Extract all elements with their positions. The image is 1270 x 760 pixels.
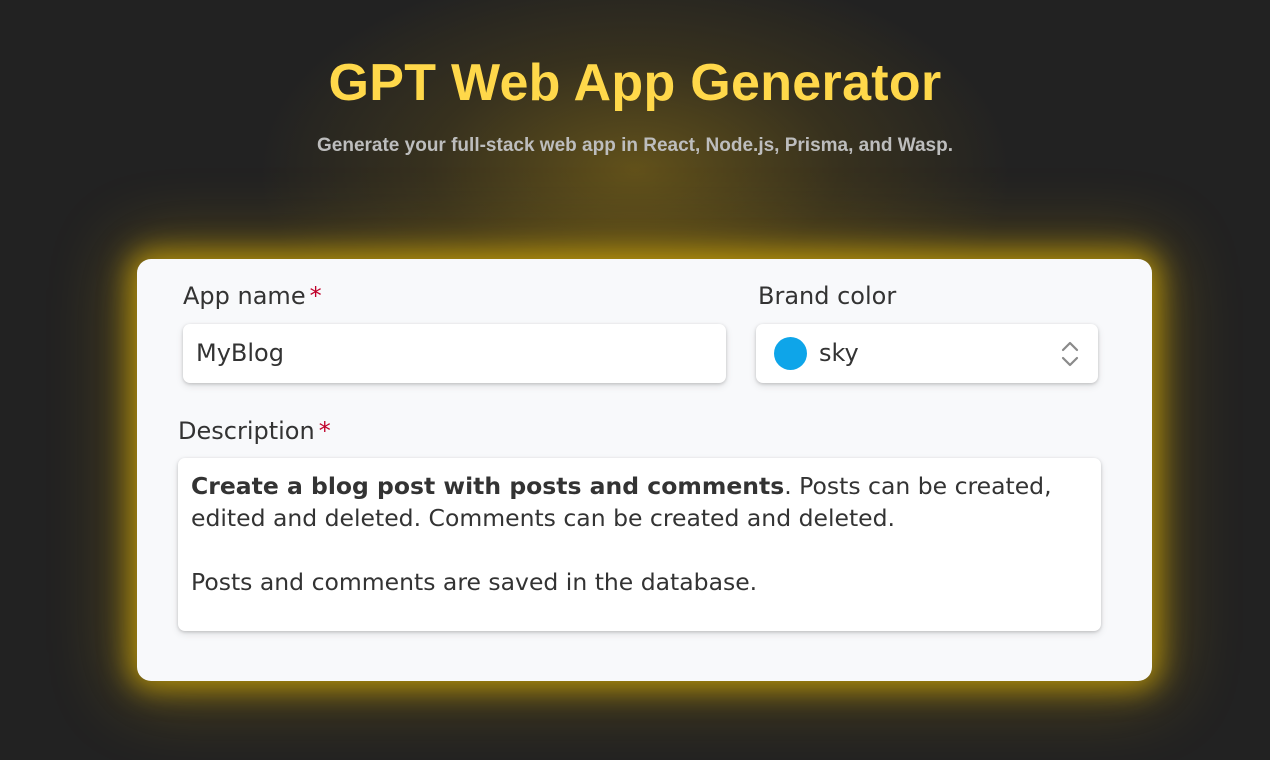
generator-form-card: App name * MyBlog Brand color sky Descrip… (137, 259, 1152, 681)
app-name-label-text: App name (183, 282, 306, 310)
app-name-input[interactable]: MyBlog (183, 324, 726, 383)
page-header: GPT Web App Generator Generate your full… (0, 52, 1270, 158)
brand-color-label: Brand color (758, 282, 897, 310)
required-asterisk: * (309, 282, 322, 310)
description-label-text: Description (178, 417, 315, 445)
description-label: Description * (178, 416, 331, 446)
app-name-value: MyBlog (196, 339, 284, 367)
chevron-up-down-icon (1061, 341, 1079, 367)
description-value: Create a blog post with posts and commen… (191, 470, 1096, 598)
description-textarea[interactable]: Create a blog post with posts and commen… (178, 458, 1101, 631)
required-asterisk: * (318, 417, 331, 445)
page-title: GPT Web App Generator (328, 54, 942, 112)
brand-color-select[interactable]: sky (756, 324, 1098, 383)
page-subtitle: Generate your full-stack web app in Reac… (317, 135, 953, 156)
brand-color-swatch (774, 337, 807, 370)
app-name-label: App name * (183, 281, 322, 311)
brand-color-value: sky (819, 339, 859, 367)
description-paragraph-1: Create a blog post with posts and commen… (191, 470, 1096, 534)
description-paragraph-2: Posts and comments are saved in the data… (191, 568, 758, 596)
description-bold-text: Create a blog post with posts and commen… (191, 472, 785, 500)
